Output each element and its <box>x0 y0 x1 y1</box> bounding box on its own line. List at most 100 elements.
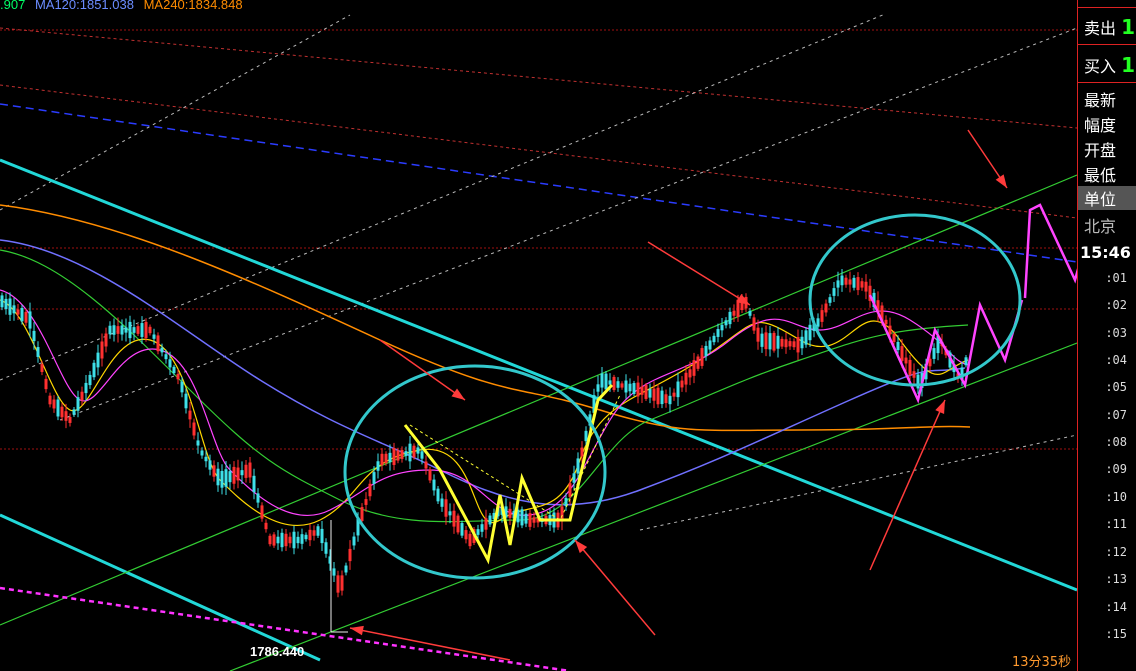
candle-body <box>780 338 784 347</box>
field-beijing: 北京 <box>1084 217 1117 236</box>
candle-body <box>604 373 608 390</box>
candle-body <box>656 387 660 405</box>
candle-body <box>204 456 208 462</box>
candle-body <box>112 325 116 335</box>
time-tick: :13 <box>1105 572 1127 586</box>
candle-body <box>396 450 400 461</box>
candle-body <box>676 381 680 398</box>
channel-line-upper <box>0 174 1077 626</box>
candle-body <box>256 493 260 503</box>
candle-body <box>228 471 232 483</box>
time-tick: :15 <box>1105 627 1127 641</box>
candle-body <box>304 534 308 540</box>
candle-body <box>612 376 616 391</box>
candle-body <box>0 295 4 308</box>
candle-body <box>200 450 204 456</box>
candle-body <box>16 309 20 315</box>
candle-body <box>92 362 96 378</box>
candle-body <box>648 389 652 398</box>
candle-body <box>108 325 112 335</box>
candle-body <box>280 532 284 548</box>
arrow-5-head <box>995 174 1007 188</box>
candle-body <box>884 319 888 325</box>
ma240-line <box>0 204 971 432</box>
candle-body <box>320 528 324 544</box>
candle-body <box>40 364 44 372</box>
sell-row[interactable]: 卖出 1 <box>1084 15 1135 39</box>
candle-body <box>8 298 12 315</box>
time-tick: :07 <box>1105 408 1127 422</box>
field-latest: 最新 <box>1084 91 1117 110</box>
candle-body <box>412 445 416 458</box>
candle-body <box>236 467 240 481</box>
candle-body <box>684 372 688 385</box>
candle-body <box>276 536 280 544</box>
price-chart[interactable]: 1786.440 13分35秒 <box>0 0 1077 671</box>
candle-body <box>284 533 288 547</box>
candle-body <box>308 529 312 541</box>
candle-body <box>136 326 140 334</box>
candle-body <box>52 399 56 409</box>
candle-body <box>376 461 380 471</box>
candle-body <box>400 450 404 459</box>
candle-body <box>96 352 100 368</box>
candle-body <box>452 510 456 527</box>
candle-body <box>668 395 672 405</box>
candle-body <box>12 305 16 314</box>
candle-body <box>608 380 612 385</box>
candle-body <box>488 515 492 525</box>
candle-body <box>216 468 220 486</box>
candle-body <box>528 513 532 527</box>
candle-body <box>144 321 148 339</box>
candle-body <box>428 469 432 481</box>
candle-body <box>132 327 136 333</box>
candle-body <box>80 391 84 401</box>
time-tick: :11 <box>1105 517 1127 531</box>
ma120-line <box>0 239 966 506</box>
candle-body <box>896 341 900 351</box>
resistance-dashed-1 <box>0 27 1077 129</box>
candle-body <box>464 530 468 540</box>
buy-row[interactable]: 买入 1 <box>1084 53 1135 77</box>
candle-body <box>408 443 412 462</box>
candle-body <box>644 385 648 399</box>
candle-body <box>888 325 892 335</box>
candle-body <box>164 354 168 360</box>
candle-body <box>764 332 768 350</box>
candle-body <box>416 447 420 454</box>
candle-body <box>808 324 812 341</box>
candle-body <box>332 568 336 576</box>
candle-body <box>620 383 624 388</box>
candle-body <box>792 341 796 348</box>
candle-body <box>352 536 356 546</box>
candle-body <box>44 378 48 390</box>
candle-body <box>100 341 104 359</box>
field-unit[interactable]: 单位 <box>1078 186 1136 210</box>
candle-body <box>480 524 484 532</box>
field-open: 开盘 <box>1084 141 1117 160</box>
buy-label: 买入 <box>1084 57 1117 76</box>
candle-body <box>628 383 632 392</box>
low-price-label: 1786.440 <box>250 644 304 659</box>
candle-body <box>56 399 60 417</box>
white-dashed-3 <box>59 27 1077 421</box>
candle-body <box>908 359 912 376</box>
candle-body <box>208 460 212 470</box>
arrow-1-head <box>451 388 465 400</box>
candle-body <box>856 277 860 291</box>
candle-body <box>520 509 524 526</box>
candle-body <box>756 327 760 342</box>
candle-body <box>816 318 820 327</box>
ma-partial-value: .907 <box>0 0 26 12</box>
candle-body <box>184 393 188 409</box>
candle-body <box>364 499 368 505</box>
resistance-dashed-2 <box>0 84 1077 219</box>
candle-body <box>360 507 364 521</box>
time-tick: :02 <box>1105 298 1127 312</box>
candle-body <box>212 465 216 477</box>
candle-body <box>440 498 444 507</box>
candle-body <box>316 526 320 536</box>
candle-body <box>324 542 328 554</box>
candle-body <box>860 281 864 288</box>
sell-value: 1 <box>1121 15 1136 39</box>
